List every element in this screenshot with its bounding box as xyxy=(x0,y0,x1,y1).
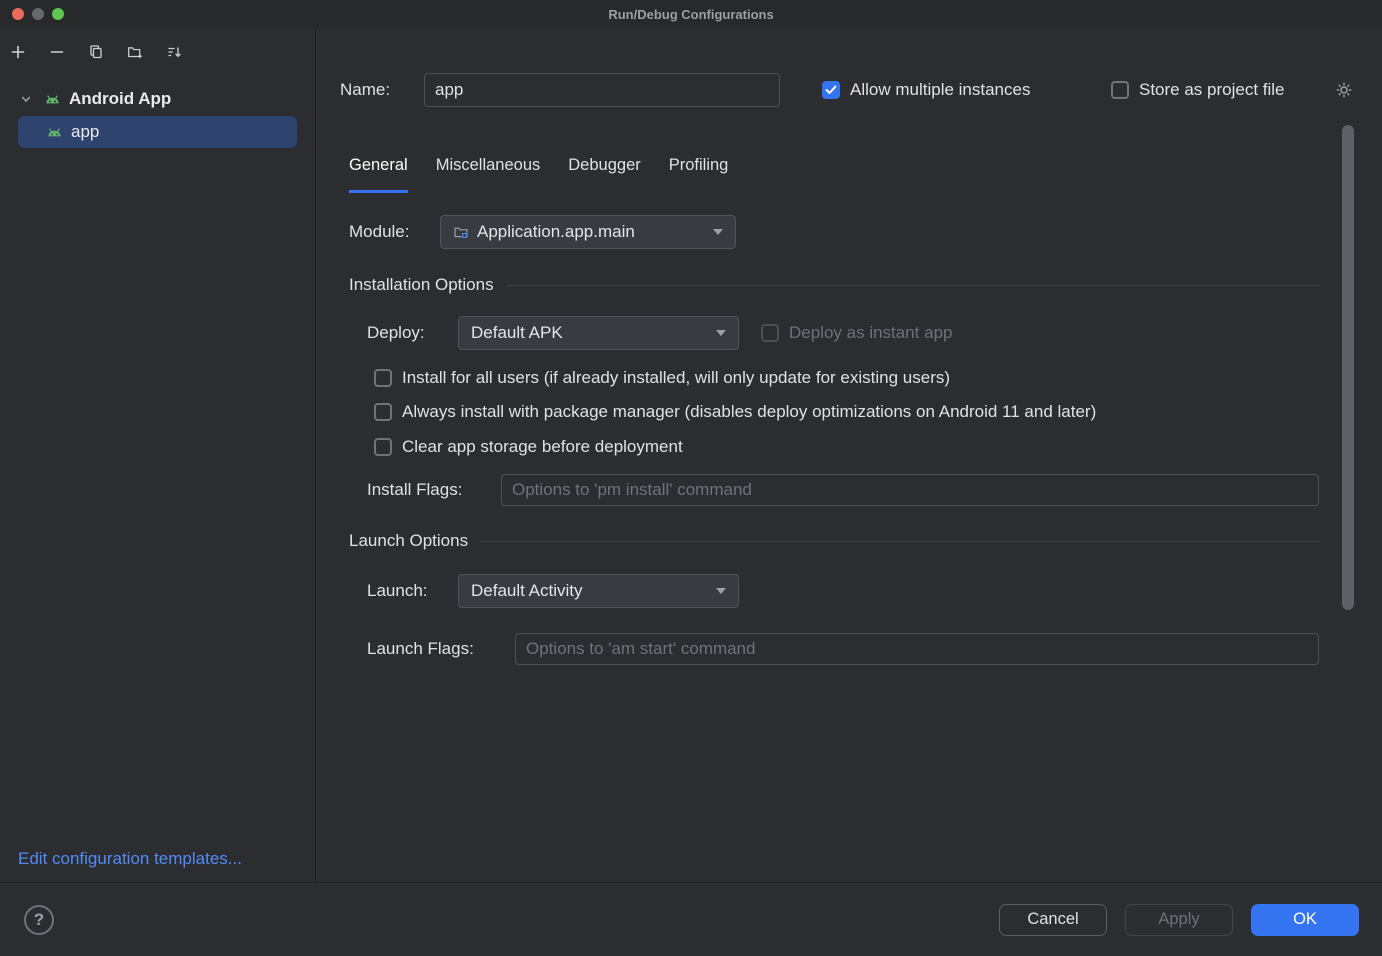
section-divider xyxy=(506,285,1320,286)
android-icon xyxy=(44,92,61,107)
add-configuration-icon[interactable] xyxy=(10,44,26,60)
minimize-button[interactable] xyxy=(32,8,44,20)
name-row: Name: Allow multiple instances Store as … xyxy=(316,73,1382,107)
new-folder-icon[interactable] xyxy=(127,44,143,60)
allow-multiple-instances-label: Allow multiple instances xyxy=(850,80,1030,100)
deploy-select-value: Default APK xyxy=(471,323,563,343)
allow-multiple-instances-checkbox[interactable]: Allow multiple instances xyxy=(822,80,1030,100)
install-flags-label: Install Flags: xyxy=(367,474,462,506)
section-divider xyxy=(480,541,1320,542)
launch-select-value: Default Activity xyxy=(471,581,583,601)
clear-app-storage-checkbox[interactable]: Clear app storage before deployment xyxy=(374,437,683,457)
launch-select[interactable]: Default Activity xyxy=(458,574,739,608)
sidebar-toolbar xyxy=(0,28,315,76)
clear-app-storage-label: Clear app storage before deployment xyxy=(402,437,683,457)
configurations-tree: Android App app xyxy=(0,76,315,148)
install-for-all-users-checkbox[interactable]: Install for all users (if already instal… xyxy=(374,368,950,388)
tab-miscellaneous[interactable]: Miscellaneous xyxy=(436,156,541,193)
cancel-button[interactable]: Cancel xyxy=(999,904,1107,936)
launch-options-section: Launch Options xyxy=(349,531,1320,551)
checkbox-checked-icon xyxy=(822,81,840,99)
tab-debugger[interactable]: Debugger xyxy=(568,156,640,193)
installation-options-title: Installation Options xyxy=(349,275,494,295)
deploy-select[interactable]: Default APK xyxy=(458,316,739,350)
launch-options-title: Launch Options xyxy=(349,531,468,551)
launch-flags-label: Launch Flags: xyxy=(367,633,474,665)
tab-bar: General Miscellaneous Debugger Profiling xyxy=(349,156,728,193)
install-for-all-users-label: Install for all users (if already instal… xyxy=(402,368,950,388)
sort-configurations-icon[interactable] xyxy=(166,44,182,60)
module-icon xyxy=(453,224,469,240)
remove-configuration-icon[interactable] xyxy=(49,44,65,60)
store-as-project-file-label: Store as project file xyxy=(1139,80,1285,100)
ok-button[interactable]: OK xyxy=(1251,904,1359,936)
apply-button[interactable]: Apply xyxy=(1125,904,1233,936)
tree-group-android-app[interactable]: Android App xyxy=(0,84,315,114)
chevron-down-icon xyxy=(716,330,726,336)
titlebar: Run/Debug Configurations xyxy=(0,0,1382,28)
checkbox-unchecked-icon xyxy=(1111,81,1129,99)
deploy-as-instant-app-checkbox[interactable]: Deploy as instant app xyxy=(761,323,953,343)
tree-group-label: Android App xyxy=(69,89,171,109)
install-flags-row: Install Flags: xyxy=(316,474,1382,506)
tree-item-label: app xyxy=(71,122,99,142)
deploy-row: Deploy: Default APK Deploy as instant ap… xyxy=(316,316,1382,350)
deploy-label: Deploy: xyxy=(367,323,425,343)
traffic-lights xyxy=(12,0,64,28)
install-flags-input[interactable] xyxy=(501,474,1319,506)
chevron-down-icon xyxy=(713,229,723,235)
module-label: Module: xyxy=(349,222,409,242)
always-install-with-package-manager-checkbox[interactable]: Always install with package manager (dis… xyxy=(374,402,1096,422)
checkbox-unchecked-icon xyxy=(761,324,779,342)
vertical-scrollbar[interactable] xyxy=(1342,125,1354,610)
copy-configuration-icon[interactable] xyxy=(88,44,104,60)
footer-buttons: Cancel Apply OK xyxy=(999,904,1359,936)
tab-general[interactable]: General xyxy=(349,156,408,193)
name-label: Name: xyxy=(340,80,390,100)
module-select[interactable]: Application.app.main xyxy=(440,215,736,249)
zoom-button[interactable] xyxy=(52,8,64,20)
dialog-footer: ? Cancel Apply OK xyxy=(0,882,1382,956)
checkbox-unchecked-icon xyxy=(374,438,392,456)
run-debug-configurations-dialog: Run/Debug Configurations xyxy=(0,0,1382,956)
android-icon xyxy=(46,125,63,140)
installation-options-section: Installation Options xyxy=(349,275,1320,295)
gear-icon[interactable] xyxy=(1334,80,1354,105)
deploy-as-instant-app-label: Deploy as instant app xyxy=(789,323,953,343)
chevron-down-icon[interactable] xyxy=(20,93,32,105)
close-button[interactable] xyxy=(12,8,24,20)
always-install-row: Always install with package manager (dis… xyxy=(374,399,1096,425)
chevron-down-icon xyxy=(716,588,726,594)
always-install-with-package-manager-label: Always install with package manager (dis… xyxy=(402,402,1096,422)
tab-profiling[interactable]: Profiling xyxy=(669,156,729,193)
module-select-value: Application.app.main xyxy=(477,222,635,242)
edit-configuration-templates-link[interactable]: Edit configuration templates... xyxy=(18,849,242,869)
name-input[interactable] xyxy=(424,73,780,107)
window-title: Run/Debug Configurations xyxy=(608,7,773,22)
tree-item-app[interactable]: app xyxy=(18,116,297,148)
clear-app-storage-row: Clear app storage before deployment xyxy=(374,434,683,460)
launch-row: Launch: Default Activity xyxy=(316,574,1382,608)
configurations-sidebar: Android App app Edit configuration templ… xyxy=(0,28,316,882)
launch-flags-row: Launch Flags: xyxy=(316,633,1382,665)
install-for-all-users-row: Install for all users (if already instal… xyxy=(374,365,950,391)
launch-label: Launch: xyxy=(367,581,428,601)
store-as-project-file-checkbox[interactable]: Store as project file xyxy=(1111,80,1285,100)
checkbox-unchecked-icon xyxy=(374,369,392,387)
launch-flags-input[interactable] xyxy=(515,633,1319,665)
checkbox-unchecked-icon xyxy=(374,403,392,421)
help-icon[interactable]: ? xyxy=(24,905,54,935)
module-row: Module: Application.app.main xyxy=(316,215,1382,249)
configuration-editor: Name: Allow multiple instances Store as … xyxy=(316,28,1382,882)
